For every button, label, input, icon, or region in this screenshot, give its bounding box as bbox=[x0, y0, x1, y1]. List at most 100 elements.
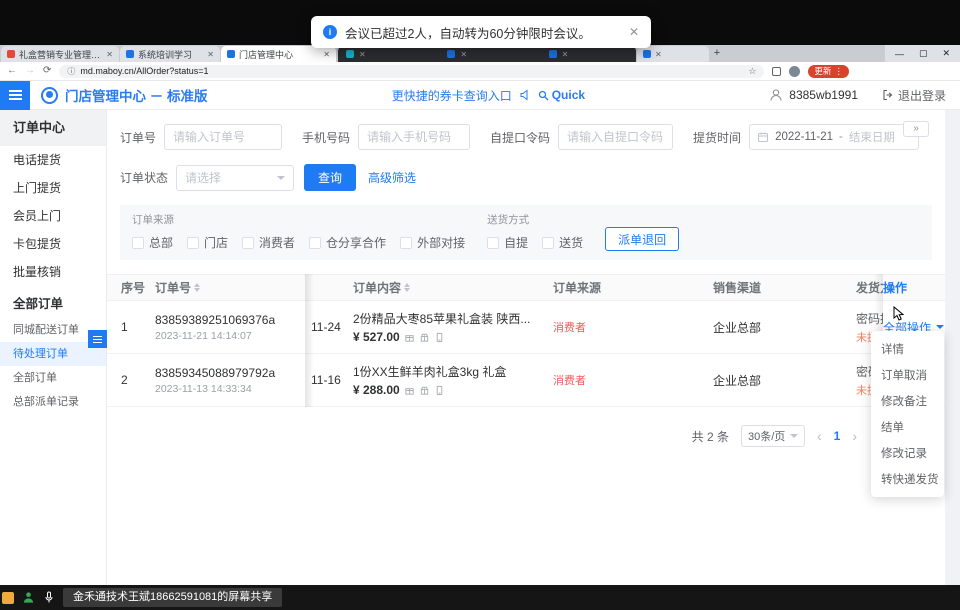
menu-item-cancel-order[interactable]: 订单取消 bbox=[871, 362, 944, 388]
url-bar[interactable]: ⓘ md.maboy.cn/AllOrder?status=1 ☆ bbox=[59, 65, 764, 78]
pickup-time-label: 提货时间 bbox=[693, 129, 741, 146]
window-minimize-button[interactable]: — bbox=[895, 49, 904, 59]
page-size-select[interactable]: 30条/页 bbox=[741, 425, 805, 447]
order-created-at: 2023-11-21 14:14:07 bbox=[155, 330, 299, 342]
checkbox-external[interactable]: 外部对接 bbox=[400, 234, 465, 251]
order-no-label: 订单号 bbox=[120, 129, 156, 146]
collapse-panel-button[interactable]: » bbox=[903, 121, 929, 137]
window-close-button[interactable]: ✕ bbox=[942, 48, 950, 59]
app-title: 门店管理中心 － 标准版 bbox=[65, 85, 208, 105]
order-no-input[interactable] bbox=[164, 124, 282, 150]
sidebar-item-phone-pickup[interactable]: 电话提货 bbox=[0, 146, 106, 174]
phone-label: 手机号码 bbox=[302, 129, 350, 146]
forward-button[interactable]: → bbox=[25, 66, 35, 76]
checkbox-warehouse-share[interactable]: 仓分享合作 bbox=[309, 234, 386, 251]
sidebar-item-door-pickup[interactable]: 上门提货 bbox=[0, 174, 106, 202]
phone-input[interactable] bbox=[358, 124, 470, 150]
site-info-icon[interactable]: ⓘ bbox=[67, 66, 75, 77]
advanced-filter-link[interactable]: 高级筛选 bbox=[368, 169, 416, 186]
header-content[interactable]: 订单内容 bbox=[353, 279, 553, 296]
sidebar-section-all-orders[interactable]: 全部订单 bbox=[0, 290, 106, 318]
pickup-date-range-picker[interactable]: 2022-11-21 - 结束日期 bbox=[749, 124, 919, 150]
menu-item-edit-note[interactable]: 修改备注 bbox=[871, 388, 944, 414]
bookmark-star-icon[interactable]: ☆ bbox=[748, 66, 756, 77]
sidebar-item-batch-verify[interactable]: 批量核销 bbox=[0, 258, 106, 286]
chevron-down-icon bbox=[277, 176, 285, 180]
tab-close-icon[interactable]: ✕ bbox=[207, 50, 214, 59]
ime-icon[interactable] bbox=[2, 592, 14, 604]
sidebar-toggle-button[interactable] bbox=[0, 81, 30, 110]
order-status-select[interactable]: 请选择 bbox=[176, 165, 294, 191]
microphone-icon[interactable] bbox=[43, 591, 55, 604]
source-badge: 消费者 bbox=[553, 322, 586, 334]
url-text[interactable]: md.maboy.cn/AllOrder?status=1 bbox=[80, 66, 743, 76]
pickup-code-input[interactable] bbox=[558, 124, 673, 150]
date-start-value[interactable]: 2022-11-21 bbox=[775, 131, 833, 143]
checkbox-store[interactable]: 门店 bbox=[187, 234, 228, 251]
checkbox-self-pickup[interactable]: 自提 bbox=[487, 234, 528, 251]
browser-tab-7[interactable]: ✕ bbox=[637, 46, 709, 62]
next-page-button[interactable]: › bbox=[852, 428, 857, 444]
tab-favicon bbox=[447, 50, 455, 58]
menu-item-convert-express[interactable]: 转快递发货 bbox=[871, 466, 944, 492]
delivery-method-group: 送货方式 自提 送货 bbox=[487, 212, 583, 251]
menu-item-details[interactable]: 详情 bbox=[871, 336, 944, 362]
browser-tab-5[interactable]: ✕ bbox=[447, 50, 526, 59]
order-row-1[interactable]: 1 83859389251069376a 2023-11-21 14:14:07… bbox=[107, 301, 945, 354]
extensions-icon[interactable] bbox=[772, 67, 781, 76]
browser-tab-active[interactable]: 门店管理中心 ✕ bbox=[221, 46, 336, 62]
tab-favicon bbox=[643, 50, 651, 58]
browser-profile-avatar[interactable] bbox=[789, 66, 800, 77]
tab-close-icon[interactable]: ✕ bbox=[359, 50, 366, 59]
search-icon bbox=[538, 90, 549, 101]
toast-close-icon[interactable]: ✕ bbox=[629, 25, 639, 39]
header-order-no[interactable]: 订单号 bbox=[155, 279, 305, 296]
coupon-query-link[interactable]: 更快捷的券卡查询入口 bbox=[392, 87, 512, 104]
pagination: 共 2 条 30条/页 ‹ 1 › bbox=[107, 425, 945, 447]
dispatch-return-button[interactable]: 派单退回 bbox=[605, 227, 679, 251]
tab-close-icon[interactable]: ✕ bbox=[106, 50, 113, 59]
order-no: 83859345088979792a bbox=[155, 366, 299, 380]
order-row-2[interactable]: 2 83859345088979792a 2023-11-13 14:33:34… bbox=[107, 354, 945, 407]
checkbox-hq[interactable]: 总部 bbox=[132, 234, 173, 251]
reload-button[interactable]: ⟳ bbox=[43, 66, 51, 76]
order-source-cell: 消费者 bbox=[553, 319, 713, 335]
menu-item-edit-history[interactable]: 修改记录 bbox=[871, 440, 944, 466]
checkbox-icon bbox=[309, 237, 321, 249]
sidebar-item-member-visit[interactable]: 会员上门 bbox=[0, 202, 106, 230]
sidebar-item-card-pickup[interactable]: 卡包提货 bbox=[0, 230, 106, 258]
sidebar-item-hq-dispatch-records[interactable]: 总部派单记录 bbox=[0, 390, 106, 414]
status-placeholder: 请选择 bbox=[185, 169, 221, 186]
checkbox-delivery[interactable]: 送货 bbox=[542, 234, 583, 251]
logout-button[interactable]: 退出登录 bbox=[882, 87, 946, 104]
username[interactable]: 8385wb1991 bbox=[789, 88, 858, 102]
sidebar-item-all-orders[interactable]: 全部订单 bbox=[0, 366, 106, 390]
prev-page-button[interactable]: ‹ bbox=[817, 428, 822, 444]
tab-close-icon[interactable]: ✕ bbox=[655, 50, 662, 59]
browser-tab-2[interactable]: 系统培训学习 ✕ bbox=[120, 46, 220, 62]
browser-tab-6[interactable]: ✕ bbox=[549, 50, 628, 59]
announcement-icon[interactable] bbox=[519, 89, 531, 101]
page-number-1[interactable]: 1 bbox=[834, 429, 841, 443]
browser-tab-1[interactable]: 礼盒营销专业管理中心 ✕ bbox=[1, 46, 119, 62]
quick-search-button[interactable]: Quick bbox=[538, 88, 585, 102]
sort-icon[interactable] bbox=[194, 283, 200, 292]
tab-close-icon[interactable]: ✕ bbox=[562, 50, 569, 59]
new-tab-button[interactable]: + bbox=[709, 46, 725, 62]
search-button[interactable]: 查询 bbox=[304, 164, 356, 191]
menu-item-settle[interactable]: 结单 bbox=[871, 414, 944, 440]
date-end-placeholder[interactable]: 结束日期 bbox=[849, 129, 895, 145]
browser-update-button[interactable]: 更新⋮ bbox=[808, 65, 849, 78]
window-maximize-button[interactable]: ▢ bbox=[919, 48, 928, 59]
sidebar-collapse-toggle[interactable] bbox=[88, 330, 107, 348]
checkbox-consumer[interactable]: 消费者 bbox=[242, 234, 295, 251]
browser-tab-4[interactable]: ✕ bbox=[346, 50, 425, 59]
sort-icon[interactable] bbox=[404, 283, 410, 292]
page-size-value: 30条/页 bbox=[748, 428, 785, 444]
sidebar-item-order-center[interactable]: 订单中心 bbox=[0, 110, 106, 146]
order-no-cell: 83859345088979792a 2023-11-13 14:33:34 bbox=[155, 366, 305, 395]
tab-close-icon[interactable]: ✕ bbox=[323, 50, 330, 59]
tab-close-icon[interactable]: ✕ bbox=[460, 50, 467, 59]
back-button[interactable]: ← bbox=[7, 66, 17, 76]
browser-menu-icon[interactable]: ⋮ bbox=[834, 66, 843, 77]
